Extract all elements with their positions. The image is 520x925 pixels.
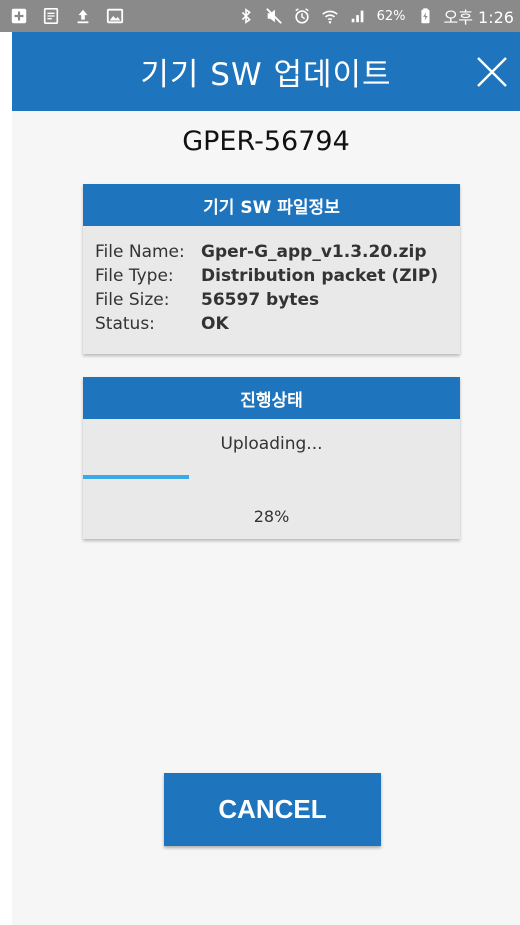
close-button[interactable] [474, 54, 510, 90]
file-row-type: File Type: Distribution packet (ZIP) [95, 264, 448, 288]
file-info-rows: File Name: Gper-G_app_v1.3.20.zip File T… [83, 226, 460, 336]
status-bar: 62% 오후 1:26 [0, 0, 520, 32]
file-info-card: 기기 SW 파일정보 File Name: Gper-G_app_v1.3.20… [83, 184, 460, 354]
status-bar-left [0, 7, 124, 25]
file-row-status: Status: OK [95, 312, 448, 336]
file-type-value: Distribution packet (ZIP) [201, 266, 439, 286]
file-status-value: OK [201, 314, 229, 334]
progress-title: 진행상태 [83, 377, 460, 419]
signal-icon [349, 7, 367, 25]
notes-icon [42, 7, 60, 25]
file-row-name: File Name: Gper-G_app_v1.3.20.zip [95, 240, 448, 264]
file-row-size: File Size: 56597 bytes [95, 288, 448, 312]
file-size-value: 56597 bytes [201, 290, 320, 310]
status-bar-right: 62% 오후 1:26 [237, 4, 520, 28]
file-type-label: File Type: [95, 266, 174, 286]
file-info-title: 기기 SW 파일정보 [83, 184, 460, 226]
progress-percent: 28% [253, 507, 290, 526]
close-icon [477, 57, 507, 87]
progress-card: 진행상태 Uploading... 28% [83, 377, 460, 539]
mute-icon [265, 7, 283, 25]
app-bar: 기기 SW 업데이트 [12, 32, 520, 111]
update-screen: 62% 오후 1:26 기기 SW 업데이트 GPER-56794 기기 SW … [0, 0, 520, 925]
file-name-label: File Name: [95, 242, 185, 262]
image-icon [106, 7, 124, 25]
device-id: GPER-56794 [182, 126, 350, 157]
bluetooth-icon [237, 7, 255, 25]
clock: 오후 1:26 [443, 8, 514, 27]
file-status-label: Status: [95, 314, 155, 334]
page-title: 기기 SW 업데이트 [140, 57, 392, 93]
add-box-icon [10, 7, 28, 25]
upload-icon [74, 7, 92, 25]
wifi-icon [321, 7, 339, 25]
progress-bar-fill [83, 475, 189, 479]
battery-percent: 62% [376, 8, 406, 24]
battery-charging-icon [416, 7, 434, 25]
progress-bar [83, 475, 460, 479]
alarm-icon [293, 7, 311, 25]
cancel-button[interactable]: CANCEL [164, 773, 381, 846]
file-name-value: Gper-G_app_v1.3.20.zip [201, 242, 427, 262]
file-size-label: File Size: [95, 290, 170, 310]
upload-status-text: Uploading... [220, 434, 323, 454]
